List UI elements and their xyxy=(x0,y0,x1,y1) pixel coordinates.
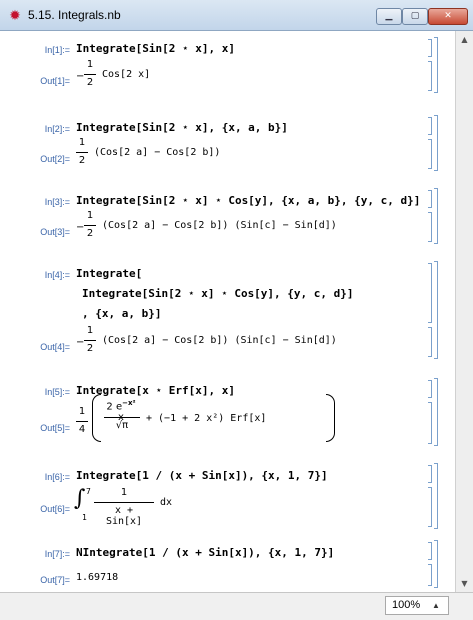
fraction-bar xyxy=(84,340,96,341)
input-code[interactable]: NIntegrate[1 / (x + Sin[x]), {x, 1, 7}] xyxy=(76,546,334,559)
fraction-denominator: 2 xyxy=(78,155,86,166)
fraction-denominator: x + Sin[x] xyxy=(105,505,143,527)
fraction-numerator: 1 xyxy=(86,59,94,70)
exp-power: −x² xyxy=(122,399,136,407)
notebook-content[interactable]: In[1]:= Integrate[Sin[2 ⋆ x], x] Out[1]=… xyxy=(0,31,455,592)
input-code-line-1[interactable]: Integrate[ xyxy=(76,267,142,280)
fraction-bar xyxy=(104,417,140,418)
output-label: Out[5]= xyxy=(40,423,70,433)
close-paren xyxy=(326,394,335,442)
erf-remainder: + (−1 + 2 x²) Erf[x] xyxy=(146,413,267,424)
cell-bracket[interactable] xyxy=(428,263,432,323)
scroll-up-arrow-icon[interactable]: ▲ xyxy=(456,31,473,48)
scroll-down-arrow-icon[interactable]: ▼ xyxy=(456,575,473,592)
zoom-level: 100% xyxy=(392,599,421,611)
output-expression: (Cos[2 a] − Cos[2 b]) (Sin[c] − Sin[d]) xyxy=(102,335,337,346)
fraction-denominator: 4 xyxy=(78,424,86,435)
input-code[interactable]: Integrate[Sin[2 ⋆ x], x] xyxy=(76,42,235,55)
cell-bracket[interactable] xyxy=(428,465,432,483)
window-title: 5.15. Integrals.nb xyxy=(28,8,121,22)
cell-bracket[interactable] xyxy=(428,564,432,586)
group-bracket[interactable] xyxy=(434,540,438,588)
fraction-denominator: 2 xyxy=(86,228,94,239)
input-code[interactable]: Integrate[1 / (x + Sin[x]), {x, 1, 7}] xyxy=(76,469,328,482)
output-expression: (Cos[2 a] − Cos[2 b]) (Sin[c] − Sin[d]) xyxy=(102,220,337,231)
output-label: Out[6]= xyxy=(40,504,70,514)
vertical-scrollbar[interactable]: ▲ ▼ xyxy=(455,31,473,592)
output-label: Out[7]= xyxy=(40,575,70,585)
exp-base: 2 e xyxy=(106,401,123,413)
group-bracket[interactable] xyxy=(434,188,438,244)
fraction-numerator: 1 xyxy=(78,406,86,417)
upper-limit: 7 xyxy=(86,487,91,496)
cell-bracket[interactable] xyxy=(428,327,432,357)
fraction-denominator: 2 xyxy=(86,77,94,88)
fraction-numerator: 1 xyxy=(78,137,86,148)
fraction-numerator: 1 xyxy=(86,210,94,221)
input-label: In[4]:= xyxy=(44,270,70,280)
close-button[interactable]: ✕ xyxy=(428,8,468,25)
output-label: Out[2]= xyxy=(40,154,70,164)
dx: dx xyxy=(160,497,173,508)
sqrt-pi: √π xyxy=(115,420,129,431)
fraction-denominator: 2 xyxy=(86,343,94,354)
fraction-bar xyxy=(84,225,96,226)
mathematica-star-icon: ✹ xyxy=(9,8,21,24)
cell-bracket[interactable] xyxy=(428,487,432,527)
input-label: In[3]:= xyxy=(44,197,70,207)
fraction-bar xyxy=(84,74,96,75)
numeric-result: 1.69718 xyxy=(76,572,119,583)
cell-bracket[interactable] xyxy=(428,117,432,135)
open-paren xyxy=(92,394,101,442)
minimize-button[interactable]: ▁ xyxy=(376,8,402,25)
title-bar: ✹ 5.15. Integrals.nb ▁ ▢ ✕ xyxy=(0,0,473,31)
fraction-bar xyxy=(76,152,88,153)
group-bracket[interactable] xyxy=(434,261,438,359)
cell-bracket[interactable] xyxy=(428,39,432,57)
cell-bracket[interactable] xyxy=(428,190,432,208)
input-code-line-3[interactable]: , {x, a, b}] xyxy=(82,307,161,320)
fraction-bar xyxy=(76,421,88,422)
cell-bracket[interactable] xyxy=(428,212,432,242)
cell-bracket[interactable] xyxy=(428,380,432,398)
status-bar: 100% ▲ xyxy=(0,592,473,620)
cell-bracket[interactable] xyxy=(428,61,432,91)
fraction-bar xyxy=(94,502,154,503)
fraction-numerator: 1 xyxy=(120,487,128,498)
output-label: Out[3]= xyxy=(40,227,70,237)
output-label: Out[1]= xyxy=(40,76,70,86)
lower-limit: 1 xyxy=(82,513,87,522)
input-label: In[2]:= xyxy=(44,124,70,134)
integral-sign: ∫ xyxy=(74,486,86,511)
group-bracket[interactable] xyxy=(434,463,438,529)
fraction-numerator: 1 xyxy=(86,325,94,336)
group-bracket[interactable] xyxy=(434,115,438,171)
maximize-button[interactable]: ▢ xyxy=(402,8,428,25)
input-code[interactable]: Integrate[Sin[2 ⋆ x] ⋆ Cos[y], {x, a, b}… xyxy=(76,194,420,207)
cell-bracket[interactable] xyxy=(428,402,432,444)
input-code-line-2[interactable]: Integrate[Sin[2 ⋆ x] ⋆ Cos[y], {y, c, d}… xyxy=(82,287,354,300)
output-expression: Cos[2 x] xyxy=(102,69,151,80)
input-label: In[1]:= xyxy=(44,45,70,55)
zoom-up-arrow-icon[interactable]: ▲ xyxy=(432,597,440,614)
input-label: In[7]:= xyxy=(44,549,70,559)
zoom-selector[interactable]: 100% ▲ xyxy=(385,596,449,615)
output-label: Out[4]= xyxy=(40,342,70,352)
input-label: In[5]:= xyxy=(44,387,70,397)
input-label: In[6]:= xyxy=(44,472,70,482)
cell-bracket[interactable] xyxy=(428,542,432,560)
group-bracket[interactable] xyxy=(434,378,438,446)
input-code[interactable]: Integrate[Sin[2 ⋆ x], {x, a, b}] xyxy=(76,121,288,134)
cell-bracket[interactable] xyxy=(428,139,432,169)
group-bracket[interactable] xyxy=(434,37,438,93)
output-expression: (Cos[2 a] − Cos[2 b]) xyxy=(94,147,221,158)
